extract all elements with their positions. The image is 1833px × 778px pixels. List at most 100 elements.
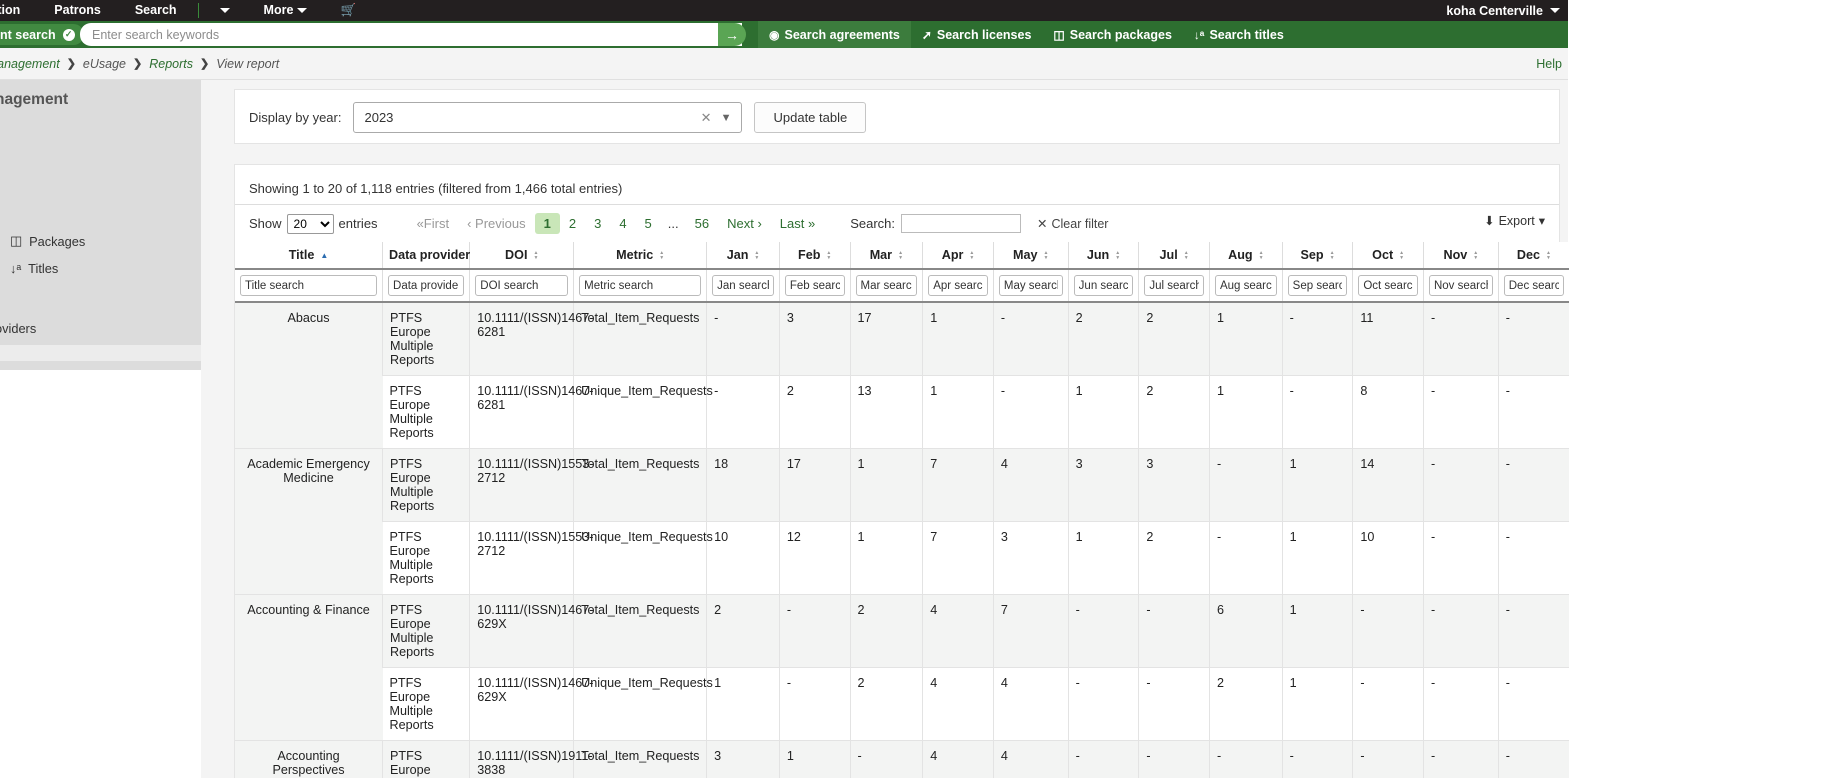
datatable-search-input[interactable] (901, 214, 1021, 233)
close-icon[interactable]: ✕ (701, 110, 712, 126)
update-table-button[interactable]: Update table (754, 102, 866, 133)
year-select[interactable]: 2023 ✕ ▼ (353, 102, 742, 133)
filter-input-dec[interactable] (1504, 275, 1564, 296)
sidebar-item-packages[interactable]: ◫ Packages (10, 227, 201, 255)
breadcrumb-separator: ❯ (200, 57, 209, 70)
nav-search-dropdown-toggle[interactable] (203, 0, 247, 21)
filter-input-may[interactable] (999, 275, 1063, 296)
pagination-page-2[interactable]: 2 (560, 213, 585, 234)
column-header-apr[interactable]: Apr▲▼ (923, 242, 994, 269)
column-header-label: Title (289, 248, 315, 262)
cell-jul: - (1139, 595, 1210, 668)
cell-nov: - (1423, 668, 1498, 741)
breadcrumb-item-resource-management[interactable]: ource management (0, 57, 60, 71)
sidebar-item-data-providers[interactable]: Data providers (0, 315, 201, 342)
sidebar-section-eusage: ge (0, 296, 201, 311)
column-header-oct[interactable]: Oct▲▼ (1353, 242, 1424, 269)
column-header-jan[interactable]: Jan▲▼ (707, 242, 780, 269)
nav-item-search[interactable]: Search (118, 0, 194, 21)
chevron-down-icon[interactable]: ▼ (721, 112, 732, 124)
pagination-page-1[interactable]: 1 (535, 213, 560, 234)
sidebar-item-licenses[interactable]: nses (0, 146, 201, 173)
column-header-may[interactable]: May▲▼ (993, 242, 1068, 269)
cell-dec: - (1498, 741, 1569, 778)
cell-nov: - (1423, 741, 1498, 778)
cell-sep: - (1282, 741, 1353, 778)
tab-search-packages[interactable]: ◫ Search packages (1042, 21, 1183, 48)
sidebar-item-holdings[interactable]: dings (0, 173, 201, 200)
cell-aug: - (1209, 741, 1282, 778)
page-length-select[interactable]: 2050100All (287, 214, 334, 234)
nav-item-more[interactable]: More (247, 0, 324, 21)
sort-icon: ▲▼ (533, 251, 538, 261)
filter-input-feb[interactable] (785, 275, 845, 296)
column-header-dec[interactable]: Dec▲▼ (1498, 242, 1569, 269)
tab-search-licenses[interactable]: ➚ Search licenses (911, 21, 1043, 48)
cell-oct: 14 (1353, 449, 1424, 522)
breadcrumb-item-reports[interactable]: Reports (149, 57, 193, 71)
display-by-year-label: Display by year: (249, 110, 341, 125)
export-button[interactable]: ⬇ Export ▾ (1484, 213, 1545, 228)
filter-input-sep[interactable] (1288, 275, 1348, 296)
pagination-page-3[interactable]: 3 (585, 213, 610, 234)
filter-input-jan[interactable] (712, 275, 774, 296)
sort-icon: ▲▼ (1473, 251, 1478, 261)
filter-input-oct[interactable] (1358, 275, 1418, 296)
agreement-search-pill[interactable]: nt search ✓ (0, 24, 84, 45)
cell-apr: 4 (923, 741, 994, 778)
filter-input-mar[interactable] (856, 275, 918, 296)
column-header-doi[interactable]: DOI▲▼ (470, 242, 574, 269)
sidebar-item-agreements[interactable]: ements (0, 119, 201, 146)
cell-apr: 1 (923, 376, 994, 449)
column-header-nov[interactable]: Nov▲▼ (1423, 242, 1498, 269)
clear-filter-button[interactable]: ✕ Clear filter (1037, 216, 1108, 231)
column-header-jun[interactable]: Jun▲▼ (1068, 242, 1139, 269)
pagination-page-last-number[interactable]: 56 (686, 213, 718, 234)
column-header-feb[interactable]: Feb▲▼ (779, 242, 850, 269)
box-icon: ◫ (1053, 28, 1064, 42)
filter-input-metric[interactable] (579, 275, 701, 296)
column-header-mar[interactable]: Mar▲▼ (850, 242, 923, 269)
column-header-data-provider[interactable]: Data provider▲▼ (383, 242, 470, 269)
nav-item-circulation[interactable]: Circulation (0, 0, 37, 21)
column-header-sep[interactable]: Sep▲▼ (1282, 242, 1353, 269)
search-submit-button[interactable]: → (718, 23, 746, 46)
pagination-previous[interactable]: ‹ Previous (458, 213, 535, 234)
cell-jan: 1 (707, 668, 780, 741)
filter-input-data-provider[interactable] (388, 275, 464, 296)
cart-icon[interactable]: 🛒 (324, 0, 374, 21)
search-input[interactable] (80, 23, 742, 46)
pagination-page-4[interactable]: 4 (610, 213, 635, 234)
pagination-first[interactable]: «First (408, 213, 459, 234)
check-circle-icon: ✓ (63, 29, 75, 41)
filter-input-jun[interactable] (1074, 275, 1134, 296)
tab-search-titles[interactable]: ↓ᵃ Search titles (1183, 21, 1295, 48)
help-link[interactable]: Help (1536, 48, 1562, 80)
filter-input-nov[interactable] (1429, 275, 1493, 296)
pagination-page-5[interactable]: 5 (636, 213, 661, 234)
column-header-aug[interactable]: Aug▲▼ (1209, 242, 1282, 269)
column-header-title[interactable]: Title ▲ (235, 242, 383, 269)
table-row: Accounting PerspectivesPTFS Europe Multi… (235, 741, 1569, 778)
pagination-next[interactable]: Next › (718, 213, 771, 234)
filter-input-title[interactable] (240, 275, 377, 296)
sidebar-item-local[interactable]: Local (0, 200, 201, 227)
filter-input-jul[interactable] (1144, 275, 1204, 296)
filter-input-aug[interactable] (1215, 275, 1277, 296)
cell-oct: - (1353, 595, 1424, 668)
column-header-jul[interactable]: Jul▲▼ (1139, 242, 1210, 269)
sort-ascending-icon: ▲ (320, 252, 328, 260)
cell-jun: - (1068, 668, 1139, 741)
filter-input-doi[interactable] (475, 275, 568, 296)
cell-sep: 1 (1282, 668, 1353, 741)
tab-search-agreements[interactable]: ◉ Search agreements (758, 21, 911, 48)
nav-item-patrons[interactable]: Patrons (37, 0, 118, 21)
column-header-metric[interactable]: Metric▲▼ (574, 242, 707, 269)
sidebar-item-titles[interactable]: ↓ᵃ Titles (10, 255, 201, 282)
filter-input-apr[interactable] (928, 275, 988, 296)
cell-metric: Total_Item_Requests (574, 595, 707, 668)
pagination-last[interactable]: Last » (771, 213, 824, 234)
column-header-label: Feb (798, 248, 820, 262)
user-menu[interactable]: koha Centerville (1446, 0, 1568, 21)
cell-feb: - (779, 668, 850, 741)
